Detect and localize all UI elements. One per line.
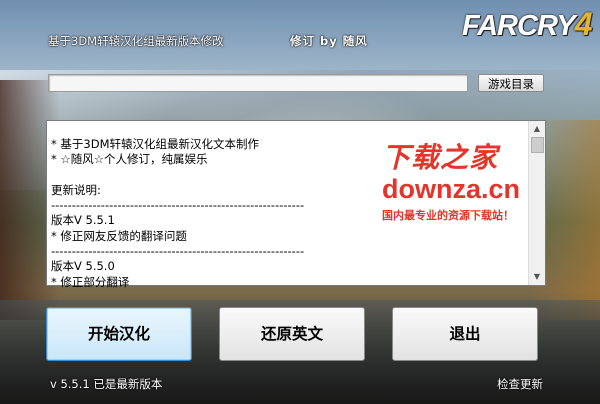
log-line: * 修正网友反馈的翻译问题 [51, 228, 187, 243]
scroll-down-arrow-icon[interactable]: ▼ [529, 269, 545, 285]
log-line: * 修正部分翻译 [51, 274, 130, 289]
logo-text: FARCRY [462, 10, 576, 42]
restore-english-button[interactable]: 还原英文 [219, 307, 365, 361]
exit-button[interactable]: 退出 [392, 307, 538, 361]
log-line: 版本V 5.5.0 [51, 259, 115, 274]
scroll-thumb[interactable] [531, 137, 544, 153]
log-scrollbar[interactable]: ▲ ▼ [528, 121, 545, 285]
watermark-subtitle: 国内最专业的资源下载站！ [382, 209, 514, 222]
farcry-logo: FARCRY4 [462, 6, 593, 43]
version-status: v 5.5.1 已是最新版本 [50, 377, 163, 391]
downza-watermark: 下载之家 downza.cn 国内最专业的资源下载站！ [382, 136, 520, 223]
logo-number: 4 [574, 6, 593, 42]
start-localize-button[interactable]: 开始汉化 [46, 307, 192, 361]
scroll-up-arrow-icon[interactable]: ▲ [529, 121, 545, 137]
game-path-input[interactable] [48, 74, 468, 92]
watermark-en: downza.cn [382, 174, 521, 204]
log-line: ----------------------------------------… [51, 244, 305, 259]
watermark-cn: 下载之家 [382, 141, 499, 174]
revise-credit: 修订 by 随风 [290, 34, 368, 48]
game-directory-button[interactable]: 游戏目录 [478, 74, 544, 92]
check-update-link[interactable]: 检查更新 [497, 376, 543, 392]
app-title: 基于3DM轩辕汉化组最新版本修改 [48, 34, 224, 48]
